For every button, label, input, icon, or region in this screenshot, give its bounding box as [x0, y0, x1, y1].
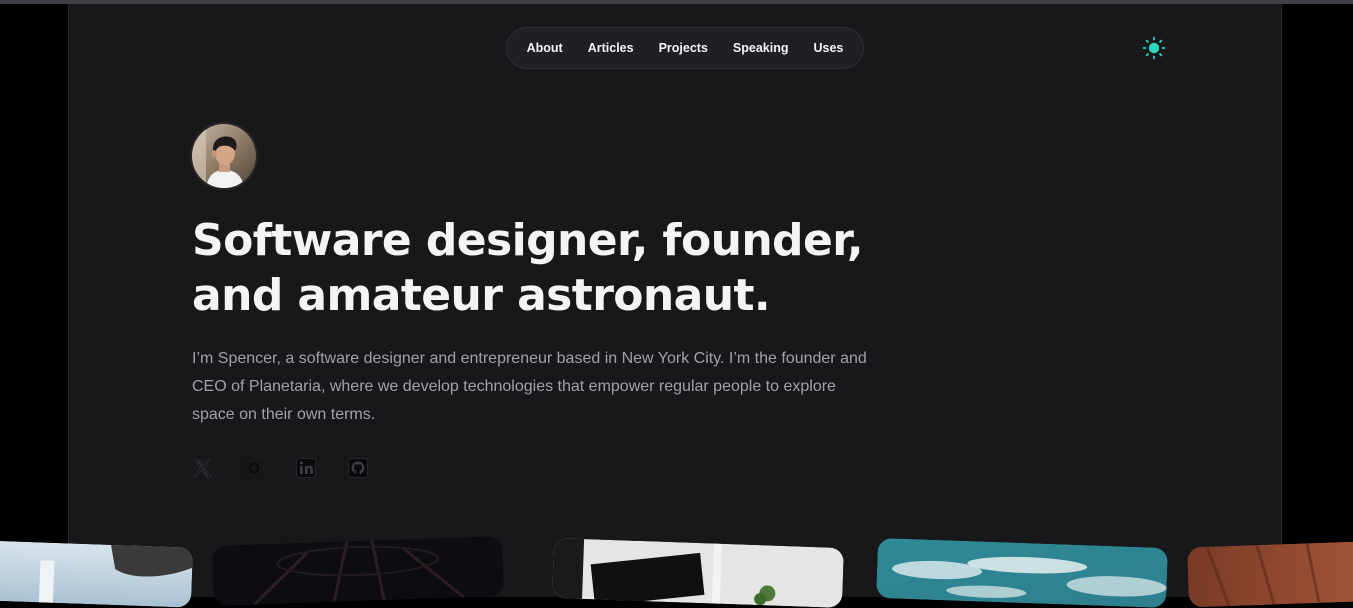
avatar[interactable]	[192, 124, 256, 188]
avatar-photo	[192, 124, 256, 188]
nav-item-articles[interactable]: Articles	[575, 41, 646, 55]
linkedin-link[interactable]	[295, 457, 317, 479]
photo-card-2-image	[212, 535, 504, 607]
theme-toggle-button[interactable]	[1141, 35, 1167, 61]
headline-line-2: and amateur astronaut.	[192, 270, 771, 321]
photo-card-3-image	[552, 537, 844, 608]
main-nav: About Articles Projects Speaking Uses	[506, 27, 864, 69]
github-icon	[348, 458, 368, 478]
github-link[interactable]	[347, 457, 369, 479]
page-title: Software designer, founder, and amateur …	[192, 213, 892, 323]
instagram-icon	[243, 457, 265, 479]
nav-item-uses[interactable]: Uses	[801, 41, 856, 55]
nav-item-about[interactable]: About	[514, 41, 575, 55]
headline-line-1: Software designer, founder,	[192, 215, 864, 266]
linkedin-icon	[296, 458, 316, 478]
photo-card-4	[876, 537, 1168, 608]
x-link[interactable]	[191, 457, 213, 479]
photo-card-1-image	[0, 540, 193, 608]
photo-card-1	[0, 540, 193, 608]
intro-paragraph: I’m Spencer, a software designer and ent…	[192, 350, 867, 423]
photo-card-5-image	[1187, 540, 1353, 608]
x-icon	[193, 458, 212, 478]
photo-card-3	[552, 537, 844, 608]
sun-icon	[1142, 36, 1166, 60]
instagram-link[interactable]	[243, 457, 265, 479]
nav-item-speaking[interactable]: Speaking	[720, 41, 801, 55]
nav-item-projects[interactable]: Projects	[646, 41, 720, 55]
photo-card-5	[1187, 540, 1353, 608]
photo-card-4-image	[876, 537, 1168, 608]
photo-card-2	[212, 535, 504, 607]
